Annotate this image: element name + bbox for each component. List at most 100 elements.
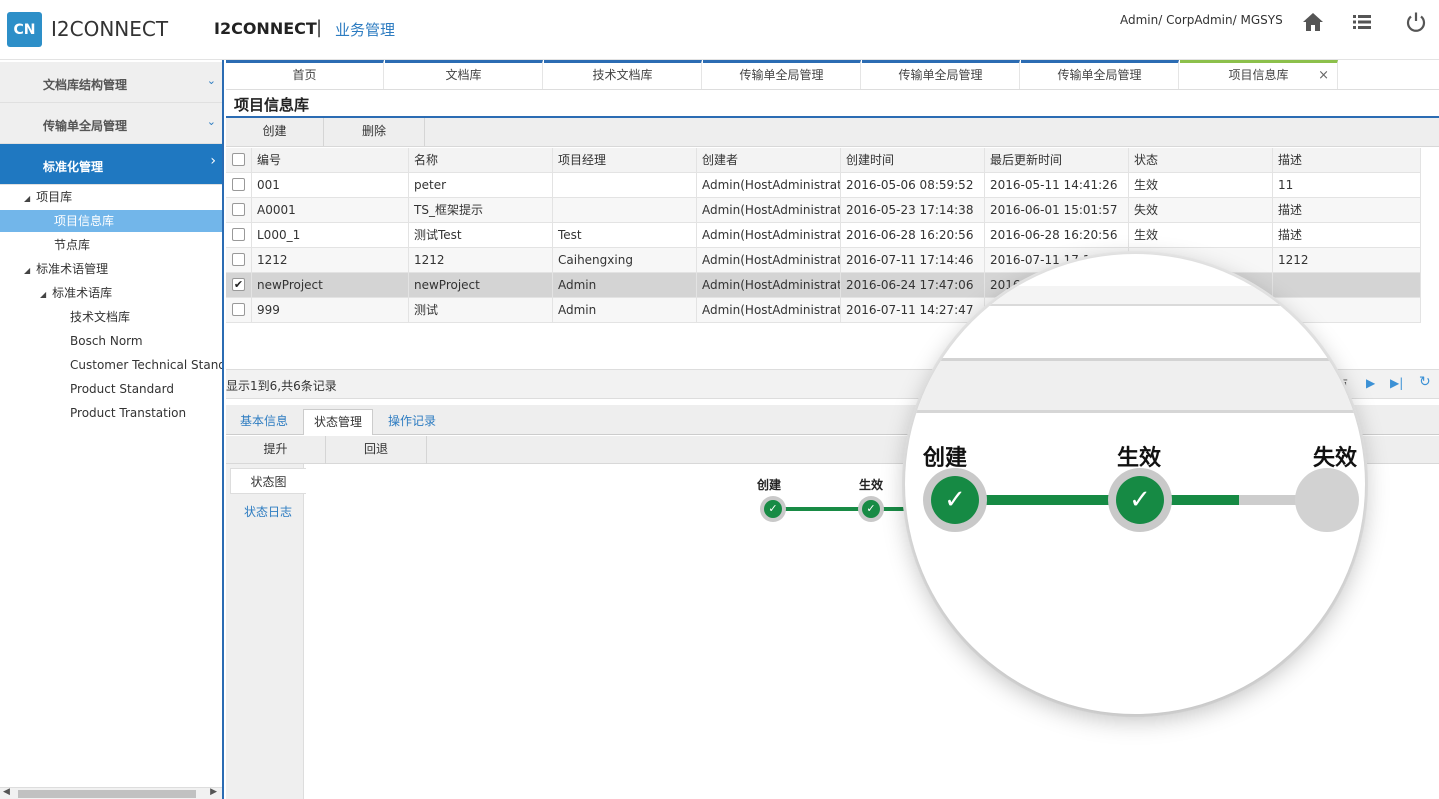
- table-cell: Admin(HostAdministrator): [697, 273, 841, 298]
- table-cell: 2016-06-01 15:01:57: [985, 198, 1129, 223]
- create-button[interactable]: 创建: [226, 118, 324, 146]
- tab-transfer-1[interactable]: 传输单全局管理: [703, 60, 861, 89]
- tree-item-product-translation[interactable]: Product Transtation: [70, 402, 186, 424]
- expand-triangle-icon[interactable]: ◢: [24, 188, 30, 210]
- tab-doc-lib[interactable]: 文档库: [385, 60, 543, 89]
- table-cell: 11: [1273, 173, 1421, 198]
- row-checkbox[interactable]: [232, 178, 245, 191]
- sidebar-section-label: 文档库结构管理: [43, 78, 128, 92]
- last-page-icon[interactable]: ▶|: [1390, 376, 1403, 390]
- magnified-row-band: [905, 286, 1365, 306]
- row-checkbox[interactable]: [232, 303, 245, 316]
- close-icon[interactable]: ×: [1318, 63, 1329, 88]
- tree-item-node-lib[interactable]: 节点库: [54, 234, 90, 256]
- table-header: 编号 名称 项目经理 创建者 创建时间 最后更新时间 状态 描述: [226, 148, 1421, 173]
- tree-item-tech-doc[interactable]: 技术文档库: [70, 306, 130, 328]
- list-icon[interactable]: [1350, 10, 1374, 34]
- table-cell: 描述: [1273, 223, 1421, 248]
- tab-label: 传输单全局管理: [739, 68, 824, 82]
- column-header[interactable]: 名称: [409, 148, 553, 173]
- tree-item-project-lib[interactable]: ◢ 项目库: [24, 186, 72, 208]
- row-checkbox-cell: ✔: [226, 273, 252, 298]
- page-title: 项目信息库: [234, 96, 310, 114]
- tree-label: Bosch Norm: [70, 334, 143, 348]
- header-checkbox-cell: [226, 148, 252, 173]
- table-cell: newProject: [252, 273, 409, 298]
- delete-button[interactable]: 删除: [324, 118, 425, 146]
- row-checkbox-cell: [226, 248, 252, 273]
- table-row[interactable]: L000_1测试TestTestAdmin(HostAdministrator)…: [226, 223, 1421, 248]
- tree-item-term-mgmt[interactable]: ◢ 标准术语管理: [24, 258, 108, 280]
- table-cell: 2016-06-28 16:20:56: [985, 223, 1129, 248]
- tab-transfer-2[interactable]: 传输单全局管理: [862, 60, 1020, 89]
- tab-operation-log[interactable]: 操作记录: [378, 409, 446, 435]
- tab-project-info[interactable]: 项目信息库 ×: [1180, 60, 1338, 89]
- tree-item-term-lib[interactable]: ◢ 标准术语库: [40, 282, 112, 304]
- tab-label: 传输单全局管理: [1057, 68, 1142, 82]
- sidebar-section-transfer[interactable]: 传输单全局管理 ⌄: [0, 103, 222, 144]
- tree-item-bosch-norm[interactable]: Bosch Norm: [70, 330, 143, 352]
- tab-home[interactable]: 首页: [226, 60, 384, 89]
- row-checkbox[interactable]: [232, 253, 245, 266]
- app-subtitle[interactable]: 业务管理: [335, 19, 395, 40]
- scroll-right-icon[interactable]: ▶: [210, 787, 217, 797]
- table-row[interactable]: 1212 1212 Caihengxing Admin(HostAdministrat…: [226, 248, 1421, 273]
- table-cell: Admin(HostAdministrator): [697, 198, 841, 223]
- table-cell: Admin(HostAdministrator): [697, 173, 841, 198]
- table-row[interactable]: 001peterAdmin(HostAdministrator)2016-05-…: [226, 173, 1421, 198]
- state-node-effective[interactable]: ✓: [858, 496, 884, 522]
- tree-label: 项目库: [36, 190, 73, 204]
- tab-basic-info[interactable]: 基本信息: [230, 409, 298, 435]
- tab-state-diagram[interactable]: 状态图: [230, 468, 306, 494]
- row-checkbox-cell: [226, 198, 252, 223]
- tab-tech-doc-lib[interactable]: 技术文档库: [544, 60, 702, 89]
- table-cell: [553, 198, 697, 223]
- sidebar-section-doc-structure[interactable]: 文档库结构管理 ⌄: [0, 62, 222, 103]
- table-row[interactable]: A0001TS_框架提示Admin(HostAdministrator)2016…: [226, 198, 1421, 223]
- tree-label: 节点库: [54, 238, 91, 252]
- tab-state-management[interactable]: 状态管理: [303, 409, 374, 435]
- row-checkbox[interactable]: [232, 228, 245, 241]
- sidebar-section-standardization[interactable]: 标准化管理 ›: [0, 144, 222, 185]
- expand-triangle-icon[interactable]: ◢: [24, 260, 30, 282]
- rollback-button[interactable]: 回退: [326, 436, 427, 464]
- state-node-created[interactable]: ✓: [760, 496, 786, 522]
- app-header: CN I2CONNECT I2CONNECT | 业务管理 Admin/ Cor…: [0, 0, 1439, 60]
- table-cell: peter: [409, 173, 553, 198]
- tab-transfer-3[interactable]: 传输单全局管理: [1021, 60, 1179, 89]
- logo-mark: CN: [7, 12, 42, 47]
- row-checkbox[interactable]: [232, 203, 245, 216]
- magnified-state-invalid: [1295, 468, 1359, 532]
- sidebar-horizontal-scrollbar[interactable]: ◀ ▶: [0, 787, 222, 799]
- scrollbar-thumb[interactable]: [18, 790, 196, 798]
- table-cell: Admin(HostAdministrator): [697, 223, 841, 248]
- promote-button[interactable]: 提升: [226, 436, 326, 464]
- home-icon[interactable]: [1301, 10, 1325, 34]
- expand-triangle-icon[interactable]: ◢: [40, 284, 46, 306]
- table-cell: 1212: [252, 248, 409, 273]
- table-cell: [553, 173, 697, 198]
- sidebar: 文档库结构管理 ⌄ 传输单全局管理 ⌄ 标准化管理 › ◢ 项目库 项目信息库 节…: [0, 60, 224, 799]
- state-side-tabs: 状态图 状态日志: [226, 464, 306, 799]
- power-icon[interactable]: [1404, 10, 1428, 34]
- state-label-created: 创建: [757, 478, 782, 492]
- column-header[interactable]: 最后更新时间: [985, 148, 1129, 173]
- column-header[interactable]: 项目经理: [553, 148, 697, 173]
- tree-item-customer-standard[interactable]: Customer Technical Standard: [70, 354, 222, 376]
- refresh-icon[interactable]: ↻: [1419, 374, 1431, 390]
- column-header[interactable]: 状态: [1129, 148, 1273, 173]
- tree-label: 标准术语管理: [36, 262, 109, 276]
- table-cell: L000_1: [252, 223, 409, 248]
- scroll-left-icon[interactable]: ◀: [3, 787, 10, 797]
- next-page-icon[interactable]: ▶: [1366, 376, 1375, 390]
- tab-state-log[interactable]: 状态日志: [230, 499, 306, 525]
- column-header[interactable]: 创建时间: [841, 148, 985, 173]
- select-all-checkbox[interactable]: [232, 153, 245, 166]
- column-header[interactable]: 描述: [1273, 148, 1421, 173]
- tree-item-project-info[interactable]: 项目信息库: [0, 210, 222, 232]
- main-toolbar: 创建 删除: [226, 118, 1439, 147]
- row-checkbox[interactable]: ✔: [232, 278, 245, 291]
- tree-item-product-standard[interactable]: Product Standard: [70, 378, 174, 400]
- column-header[interactable]: 编号: [252, 148, 409, 173]
- column-header[interactable]: 创建者: [697, 148, 841, 173]
